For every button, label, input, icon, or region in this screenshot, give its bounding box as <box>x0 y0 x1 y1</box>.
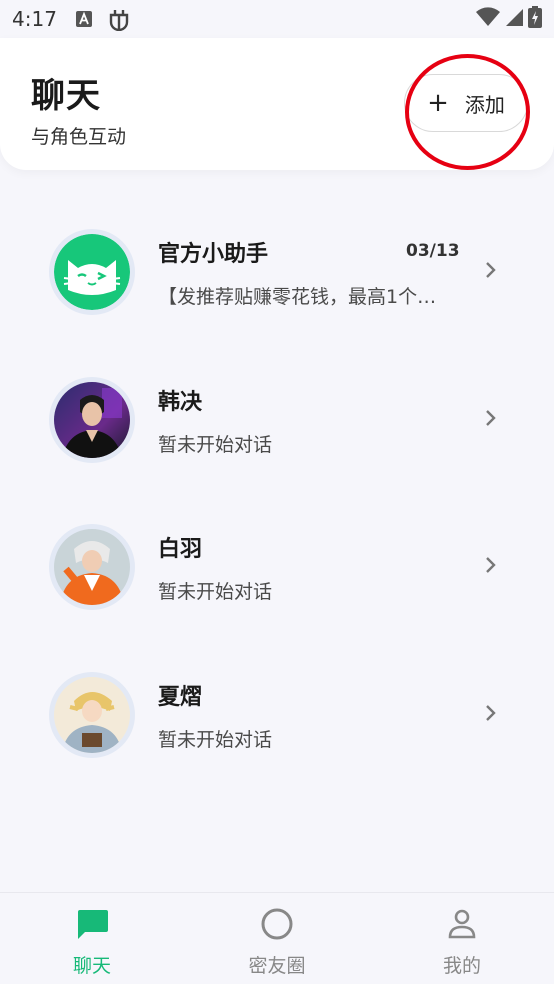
chevron-right-icon <box>480 555 500 575</box>
circle-icon <box>260 907 294 941</box>
avatar <box>49 672 135 758</box>
character-portrait-icon <box>54 382 130 458</box>
chat-name: 白羽 <box>158 537 203 562</box>
signal-icon <box>504 7 524 32</box>
chat-item-assistant[interactable]: 官方小助手 03/13 【发推荐贴赚零花钱，最高1个… <box>0 220 554 340</box>
chat-name: 官方小助手 <box>158 242 269 267</box>
page-header: 聊天 与角色互动 + 添加 <box>0 38 554 170</box>
status-bar: 4:17 <box>0 0 554 38</box>
chevron-right-icon <box>480 703 500 723</box>
chat-item-baiyu[interactable]: 白羽 暂未开始对话 <box>0 515 554 635</box>
person-icon <box>447 907 477 941</box>
tab-label: 聊天 <box>72 955 111 977</box>
add-button[interactable]: + 添加 <box>404 74 528 132</box>
chat-preview: 【发推荐贴赚零花钱，最高1个… <box>158 286 437 308</box>
chat-date: 03/13 <box>406 241 460 261</box>
battery-icon <box>528 5 542 33</box>
avatar <box>49 524 135 610</box>
wifi-icon <box>476 6 500 32</box>
avatar <box>49 377 135 463</box>
chat-preview: 暂未开始对话 <box>158 581 273 603</box>
tab-me[interactable]: 我的 <box>370 893 554 984</box>
chat-name: 韩决 <box>158 390 203 415</box>
page-subtitle: 与角色互动 <box>31 126 127 148</box>
text-input-icon <box>75 10 93 28</box>
tab-friends-circle[interactable]: 密友圈 <box>185 893 369 984</box>
chat-name: 夏熠 <box>158 685 203 710</box>
add-button-label: 添加 <box>464 92 505 117</box>
bottom-tab-bar: 聊天 密友圈 我的 <box>0 892 554 984</box>
chat-preview: 暂未开始对话 <box>158 729 273 751</box>
chevron-right-icon <box>480 408 500 428</box>
tab-label: 密友圈 <box>248 955 306 977</box>
avatar <box>49 229 135 315</box>
cat-mascot-icon <box>54 234 130 310</box>
chat-preview: 暂未开始对话 <box>158 434 273 456</box>
status-time: 4:17 <box>12 7 57 31</box>
character-portrait-icon <box>54 529 130 605</box>
chevron-right-icon <box>480 260 500 280</box>
chat-bubble-icon <box>75 907 109 941</box>
tab-chat[interactable]: 聊天 <box>0 893 184 984</box>
character-portrait-icon <box>54 677 130 753</box>
chat-item-hanjue[interactable]: 韩决 暂未开始对话 <box>0 368 554 488</box>
plus-icon: + <box>427 88 449 118</box>
tab-label: 我的 <box>442 955 481 977</box>
bug-icon <box>107 7 131 31</box>
page-title: 聊天 <box>31 76 101 116</box>
chat-item-xiayi[interactable]: 夏熠 暂未开始对话 <box>0 663 554 783</box>
